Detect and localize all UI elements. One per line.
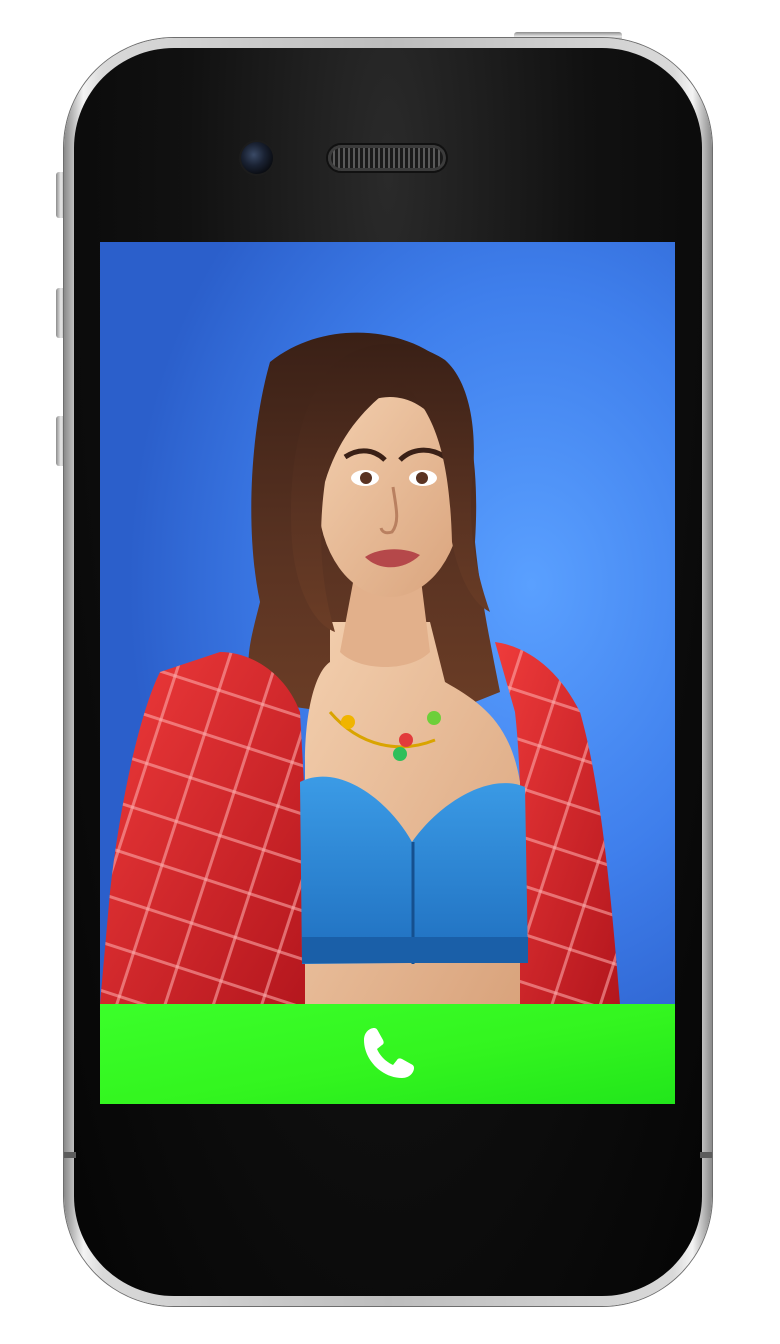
phone-answer-icon bbox=[363, 1028, 414, 1078]
earpiece-speaker bbox=[328, 145, 446, 171]
caller-portrait bbox=[100, 242, 675, 1004]
phone-call-screen bbox=[0, 0, 780, 1344]
frame-seam bbox=[64, 1152, 76, 1158]
phone-screen bbox=[100, 242, 675, 1104]
answer-call-button[interactable] bbox=[100, 1004, 675, 1104]
front-camera bbox=[241, 142, 273, 174]
frame-seam bbox=[700, 1152, 712, 1158]
